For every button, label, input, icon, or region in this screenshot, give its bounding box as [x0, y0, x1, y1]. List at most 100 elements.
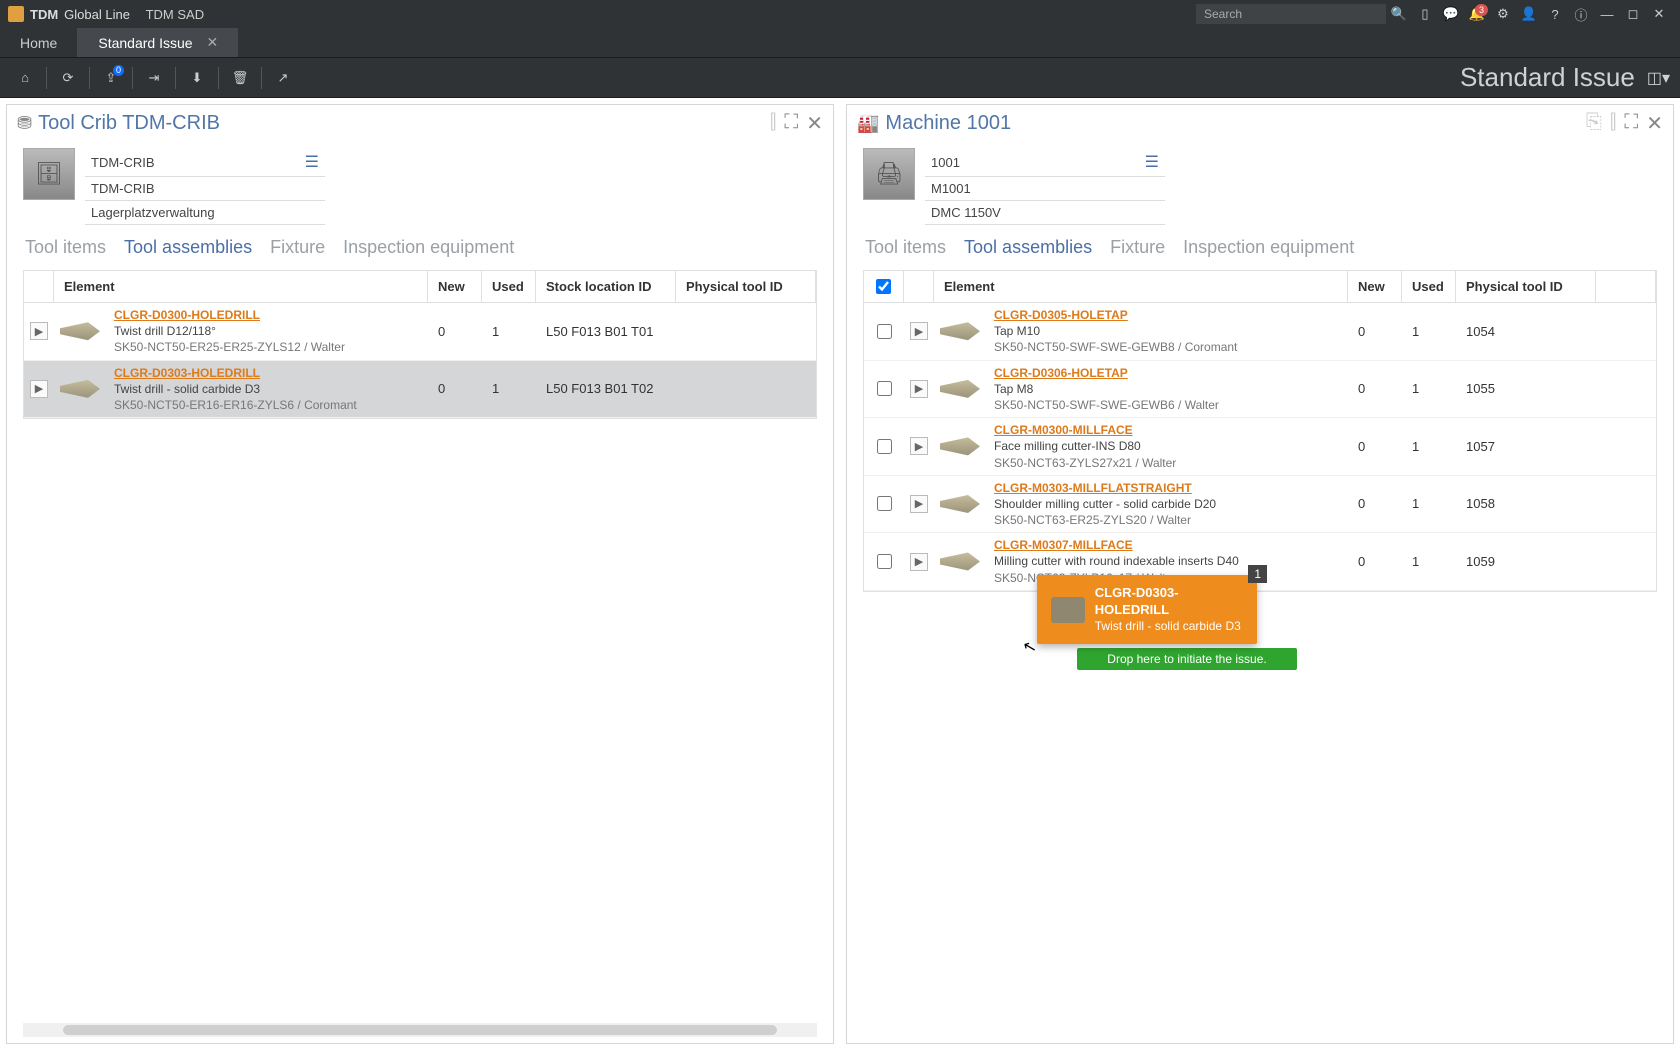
expand-row-icon[interactable]: ▶ [910, 380, 928, 398]
tool-code-link[interactable]: CLGR-M0303-MILLFLATSTRAIGHT [994, 480, 1340, 496]
machine-model: DMC 1150V [931, 205, 1001, 220]
horizontal-scrollbar[interactable] [23, 1023, 817, 1037]
panel-icon[interactable]: ▯ [1412, 6, 1438, 22]
machine-title: Machine 1001 [885, 112, 1011, 135]
col-stock[interactable]: Stock location ID [536, 271, 676, 302]
tool-code-link[interactable]: CLGR-M0307-MILLFACE [994, 537, 1340, 553]
tool-code-link[interactable]: CLGR-D0305-HOLETAP [994, 307, 1340, 323]
search-input[interactable] [1196, 4, 1386, 24]
row-checkbox[interactable] [877, 496, 892, 511]
col-new[interactable]: New [1348, 271, 1402, 302]
tool-thumb-icon [60, 374, 100, 404]
expand-panel-icon[interactable]: ⛶ [784, 111, 798, 136]
cell-used: 1 [482, 381, 536, 396]
col-check[interactable] [864, 271, 904, 302]
subtab-inspection[interactable]: Inspection equipment [343, 237, 514, 264]
tool-thumb-icon [940, 547, 980, 577]
subtab-tool-items[interactable]: Tool items [25, 237, 106, 264]
close-button[interactable]: ✕ [1646, 6, 1672, 22]
tool-thumb-icon [940, 374, 980, 404]
delete-icon[interactable]: 🗑 [225, 63, 255, 93]
tab-close-icon[interactable]: ✕ [207, 34, 219, 51]
crib-id: TDM-CRIB [91, 155, 155, 170]
chat-icon[interactable]: 💬 [1438, 6, 1464, 22]
maximize-button[interactable]: ◻ [1620, 6, 1646, 22]
help-icon[interactable]: ? [1542, 7, 1568, 22]
machine-menu-icon[interactable]: ☰ [1145, 152, 1159, 172]
row-checkbox[interactable] [877, 381, 892, 396]
tool-desc: Twist drill - solid carbide D3 [114, 381, 420, 397]
search-icon[interactable]: 🔍 [1386, 6, 1412, 22]
table-row[interactable]: ▶ CLGR-M0303-MILLFLATSTRAIGHTShoulder mil… [864, 476, 1656, 534]
expand-row-icon[interactable]: ▶ [910, 437, 928, 455]
tool-code-link[interactable]: CLGR-D0300-HOLEDRILL [114, 307, 420, 323]
col-phys[interactable]: Physical tool ID [676, 271, 816, 302]
tab-home[interactable]: Home [0, 28, 78, 57]
copy-icon[interactable]: ⎘ [1586, 111, 1602, 136]
home-icon[interactable]: ⌂ [10, 63, 40, 93]
col-element[interactable]: Element [54, 271, 428, 302]
cell-phys: 1055 [1456, 381, 1596, 396]
layout-icon[interactable]: ◫▾ [1647, 68, 1670, 88]
tool-thumb-icon [940, 316, 980, 346]
tab-standard-issue[interactable]: Standard Issue ✕ [78, 28, 238, 57]
expand-row-icon[interactable]: ▶ [910, 322, 928, 340]
drag-desc: Twist drill - solid carbide D3 [1095, 619, 1243, 635]
upload-icon[interactable]: ⇪0 [96, 63, 126, 93]
chart-icon[interactable]: ⫿ [770, 111, 776, 136]
table-row[interactable]: ▶CLGR-M0307-MILLFACEMilling cutter with … [864, 533, 1656, 591]
export-icon[interactable]: ⇥ [139, 63, 169, 93]
refresh-icon[interactable]: ⟳ [53, 63, 83, 93]
table-row[interactable]: ▶ CLGR-D0303-HOLEDRILLTwist drill - solid… [24, 361, 816, 419]
subtab-inspection[interactable]: Inspection equipment [1183, 237, 1354, 264]
notifications-icon[interactable]: 🔔3 [1464, 6, 1490, 22]
expand-panel-icon[interactable]: ⛶ [1624, 111, 1638, 136]
col-used[interactable]: Used [482, 271, 536, 302]
col-element[interactable]: Element [934, 271, 1348, 302]
col-used[interactable]: Used [1402, 271, 1456, 302]
tool-code-link[interactable]: CLGR-M0300-MILLFACE [994, 422, 1340, 438]
row-checkbox[interactable] [877, 324, 892, 339]
table-row[interactable]: ▶ CLGR-M0300-MILLFACEFace milling cutter-… [864, 418, 1656, 476]
document-tabs: Home Standard Issue ✕ [0, 28, 1680, 58]
cell-phys: 1057 [1456, 439, 1596, 454]
subtab-fixture[interactable]: Fixture [1110, 237, 1165, 264]
user-icon[interactable]: 👤 [1516, 6, 1542, 22]
tool-desc: Tap M10 [994, 323, 1340, 339]
cell-used: 1 [1402, 324, 1456, 339]
table-row[interactable]: ▶CLGR-D0300-HOLEDRILLTwist drill D12/118… [24, 303, 816, 361]
expand-row-icon[interactable]: ▶ [30, 322, 48, 340]
tool-crib-panel: ⛃ Tool Crib TDM-CRIB ⫿ ⛶ ✕ 🗄 TDM-CRIB☰ T… [6, 104, 834, 1044]
tool-code-link[interactable]: CLGR-D0303-HOLEDRILL [114, 365, 420, 381]
subtab-tool-assemblies[interactable]: Tool assemblies [964, 237, 1092, 264]
subtab-fixture[interactable]: Fixture [270, 237, 325, 264]
expand-row-icon[interactable]: ▶ [910, 495, 928, 513]
cell-new: 0 [1348, 439, 1402, 454]
col-phys[interactable]: Physical tool ID [1456, 271, 1596, 302]
table-row[interactable]: ▶CLGR-D0305-HOLETAPTap M10SK50-NCT50-SWF… [864, 303, 1656, 361]
chart-icon[interactable]: ⫿ [1610, 111, 1616, 136]
settings-icon[interactable]: ⚙ [1490, 6, 1516, 22]
tool-code-link[interactable]: CLGR-D0306-HOLETAP [994, 365, 1340, 381]
col-new[interactable]: New [428, 271, 482, 302]
tool-desc: Face milling cutter-INS D80 [994, 438, 1340, 454]
expand-row-icon[interactable]: ▶ [910, 553, 928, 571]
download-icon[interactable]: ⬇ [182, 63, 212, 93]
info-icon[interactable]: ⓘ [1568, 5, 1594, 24]
crib-menu-icon[interactable]: ☰ [305, 152, 319, 172]
pointer-icon[interactable]: ↗ [268, 63, 298, 93]
table-row[interactable]: ▶CLGR-D0306-HOLETAPTap M8SK50-NCT50-SWF-… [864, 361, 1656, 419]
select-all-checkbox[interactable] [876, 279, 891, 294]
row-checkbox[interactable] [877, 554, 892, 569]
cell-new: 0 [1348, 554, 1402, 569]
crib-desc: Lagerplatzverwaltung [91, 205, 215, 220]
row-checkbox[interactable] [877, 439, 892, 454]
minimize-button[interactable]: — [1594, 7, 1620, 22]
close-panel-icon[interactable]: ✕ [806, 111, 823, 136]
close-panel-icon[interactable]: ✕ [1646, 111, 1663, 136]
tool-desc: Shoulder milling cutter - solid carbide … [994, 496, 1340, 512]
product-name: Global Line [64, 7, 130, 22]
expand-row-icon[interactable]: ▶ [30, 380, 48, 398]
subtab-tool-assemblies[interactable]: Tool assemblies [124, 237, 252, 264]
subtab-tool-items[interactable]: Tool items [865, 237, 946, 264]
